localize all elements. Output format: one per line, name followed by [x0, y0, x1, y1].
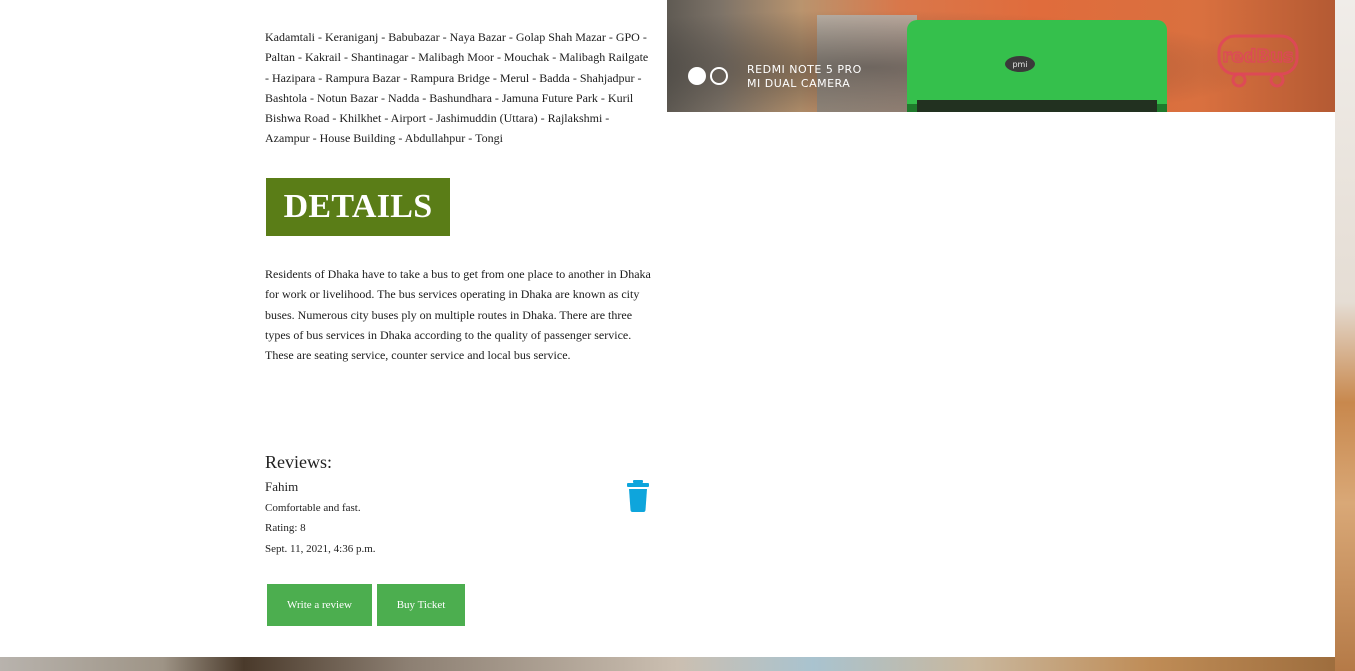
page-background-bottom — [0, 657, 1355, 671]
bus-photo: pmi REDMI NOTE 5 PRO MI DUAL CAMERA redB… — [667, 0, 1335, 112]
reviews-heading: Reviews: — [265, 452, 332, 472]
camera-watermark-icon — [688, 67, 728, 85]
details-heading: DETAILS — [266, 178, 450, 236]
camera-watermark-text: REDMI NOTE 5 PRO MI DUAL CAMERA — [747, 63, 862, 91]
redbus-logo-icon: redBus — [1217, 34, 1299, 88]
bus-green-panel — [907, 20, 1167, 112]
review-date: Sept. 11, 2021, 4:36 p.m. — [265, 543, 376, 555]
trash-icon[interactable] — [626, 480, 650, 512]
watermark-line-2: MI DUAL CAMERA — [747, 77, 851, 90]
route-detail-card: Kadamtali - Keraniganj - Babubazar - Nay… — [0, 0, 1335, 657]
watermark-dot-filled — [688, 67, 706, 85]
write-review-button[interactable]: Write a review — [267, 584, 372, 626]
details-description: Residents of Dhaka have to take a bus to… — [265, 267, 651, 363]
review-comment: Comfortable and fast. — [265, 502, 361, 514]
page-background-right — [1335, 0, 1355, 671]
svg-text:redBus: redBus — [1222, 46, 1293, 67]
route-stops-text: Kadamtali - Keraniganj - Babubazar - Nay… — [265, 30, 649, 146]
review-author: Fahim — [265, 479, 299, 494]
watermark-dot-ring — [710, 67, 728, 85]
review-rating: Rating: 8 — [265, 522, 306, 534]
bus-panel-base — [917, 100, 1157, 112]
buy-ticket-button[interactable]: Buy Ticket — [377, 584, 465, 626]
bus-badge: pmi — [1005, 56, 1035, 72]
watermark-line-1: REDMI NOTE 5 PRO — [747, 63, 862, 76]
